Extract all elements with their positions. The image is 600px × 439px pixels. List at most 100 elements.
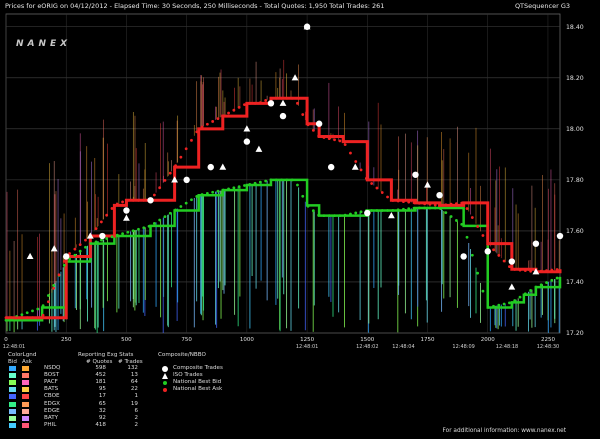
best-ask-point bbox=[407, 200, 411, 204]
best-bid-point bbox=[216, 189, 220, 193]
best-bid-point bbox=[121, 232, 124, 236]
ask-color-swatch bbox=[22, 380, 29, 386]
x-tick-label: 250 bbox=[61, 337, 72, 343]
bid-color-swatch bbox=[9, 415, 16, 421]
composite-trade-marker bbox=[508, 258, 516, 265]
best-bid-point bbox=[269, 178, 273, 182]
best-ask-point bbox=[158, 186, 162, 190]
best-ask-point bbox=[349, 151, 352, 155]
best-ask-point bbox=[243, 103, 246, 106]
best-bid-point bbox=[163, 215, 167, 219]
composite-trade-marker bbox=[99, 232, 106, 240]
nanex-logo: NANEX bbox=[16, 39, 71, 49]
best-ask-point bbox=[46, 300, 50, 304]
best-ask-point bbox=[184, 147, 188, 151]
exchange-trades: 64 bbox=[130, 379, 138, 386]
best-ask-point bbox=[370, 182, 374, 185]
composite-legend-label: National Best Bid bbox=[173, 379, 222, 386]
x-tick-label: 2000 bbox=[481, 337, 495, 343]
best-ask-point bbox=[375, 186, 379, 190]
best-bid-point bbox=[105, 237, 109, 240]
bid-color-swatch bbox=[9, 373, 16, 379]
best-ask-point bbox=[396, 199, 400, 203]
best-ask-point bbox=[41, 313, 45, 317]
best-bid-point bbox=[264, 179, 268, 183]
best-ask-point bbox=[497, 254, 501, 257]
best-ask-point bbox=[221, 114, 225, 118]
best-ask-point bbox=[327, 137, 331, 141]
bid-color-swatch bbox=[9, 380, 16, 386]
best-bid-point bbox=[126, 230, 130, 234]
best-bid-point bbox=[433, 206, 437, 210]
ask-color-swatch bbox=[22, 366, 29, 371]
best-bid-point bbox=[508, 301, 511, 305]
exchange-trades: 6 bbox=[134, 407, 138, 414]
best-ask-point bbox=[248, 101, 252, 105]
best-ask-point bbox=[62, 259, 66, 263]
best-ask-point bbox=[84, 238, 87, 242]
best-bid-point bbox=[115, 233, 119, 237]
best-bid-point bbox=[221, 188, 225, 192]
x-tick-label: 750 bbox=[181, 337, 192, 343]
best-bid-point bbox=[354, 211, 358, 215]
best-bid-point bbox=[476, 271, 480, 275]
best-bid-point bbox=[497, 303, 501, 307]
best-ask-point bbox=[492, 248, 495, 252]
bid-color-swatch bbox=[9, 401, 16, 407]
best-bid-point bbox=[317, 213, 321, 217]
best-bid-point bbox=[550, 278, 554, 282]
best-bid-point bbox=[370, 209, 374, 212]
best-bid-point bbox=[258, 180, 262, 184]
best-ask-point bbox=[508, 265, 511, 269]
best-bid-point bbox=[243, 184, 246, 187]
composite-trade-marker bbox=[532, 240, 540, 247]
best-ask-point bbox=[338, 139, 342, 143]
best-ask-point bbox=[317, 134, 321, 138]
x-tick-label: 0 bbox=[4, 337, 8, 343]
best-ask-point bbox=[274, 96, 278, 100]
composite-legend-label: National Best Ask bbox=[173, 386, 223, 393]
best-ask-point bbox=[386, 195, 389, 199]
best-bid-point bbox=[423, 206, 427, 210]
iso-trade-legend-icon bbox=[162, 373, 168, 380]
best-ask-point bbox=[322, 136, 326, 139]
x-tick-label: 1750 bbox=[421, 337, 435, 343]
best-bid-point bbox=[280, 178, 283, 182]
best-ask-point bbox=[449, 202, 453, 206]
best-bid-point bbox=[152, 221, 156, 225]
chart-title: Prices for eORIG on 04/12/2012 - Elapsed… bbox=[5, 2, 385, 10]
ask-color-swatch bbox=[22, 422, 29, 428]
best-ask-point bbox=[333, 138, 336, 142]
best-bid-point bbox=[25, 311, 29, 315]
best-bid-point bbox=[460, 222, 464, 226]
composite-trade-marker bbox=[267, 100, 275, 107]
best-bid-point bbox=[439, 207, 442, 211]
best-bid-point bbox=[539, 283, 543, 287]
best-bid-point bbox=[322, 214, 326, 218]
best-ask-point bbox=[439, 203, 442, 207]
y-tick-label: 17.40 bbox=[566, 279, 584, 286]
best-ask-point bbox=[105, 213, 109, 217]
exchange-quotes: 452 bbox=[95, 372, 106, 379]
best-bid-point bbox=[343, 213, 347, 217]
best-bid-point bbox=[486, 305, 490, 309]
y-tick-label: 18.20 bbox=[566, 75, 584, 82]
best-ask-point bbox=[237, 106, 241, 109]
best-bid-point bbox=[417, 206, 421, 210]
composite-trade-marker bbox=[412, 171, 419, 178]
exchange-trades: 13 bbox=[130, 372, 138, 379]
header-bar: Prices for eORIG on 04/12/2012 - Elapsed… bbox=[0, 0, 600, 12]
plot-area bbox=[5, 13, 561, 334]
composite-trade-marker bbox=[484, 248, 491, 255]
best-bid-point bbox=[545, 281, 548, 284]
best-ask-point bbox=[486, 242, 490, 246]
best-ask-point bbox=[481, 234, 485, 237]
nbbo-legend-dot bbox=[163, 388, 167, 393]
bid-color-swatch bbox=[9, 408, 16, 414]
best-bid-point bbox=[391, 208, 395, 212]
exchange-quotes: 17 bbox=[98, 393, 106, 400]
best-bid-point bbox=[518, 295, 522, 299]
exchange-code: BATY bbox=[44, 414, 59, 421]
composite-trade-marker bbox=[327, 163, 335, 171]
best-bid-point bbox=[338, 214, 342, 218]
